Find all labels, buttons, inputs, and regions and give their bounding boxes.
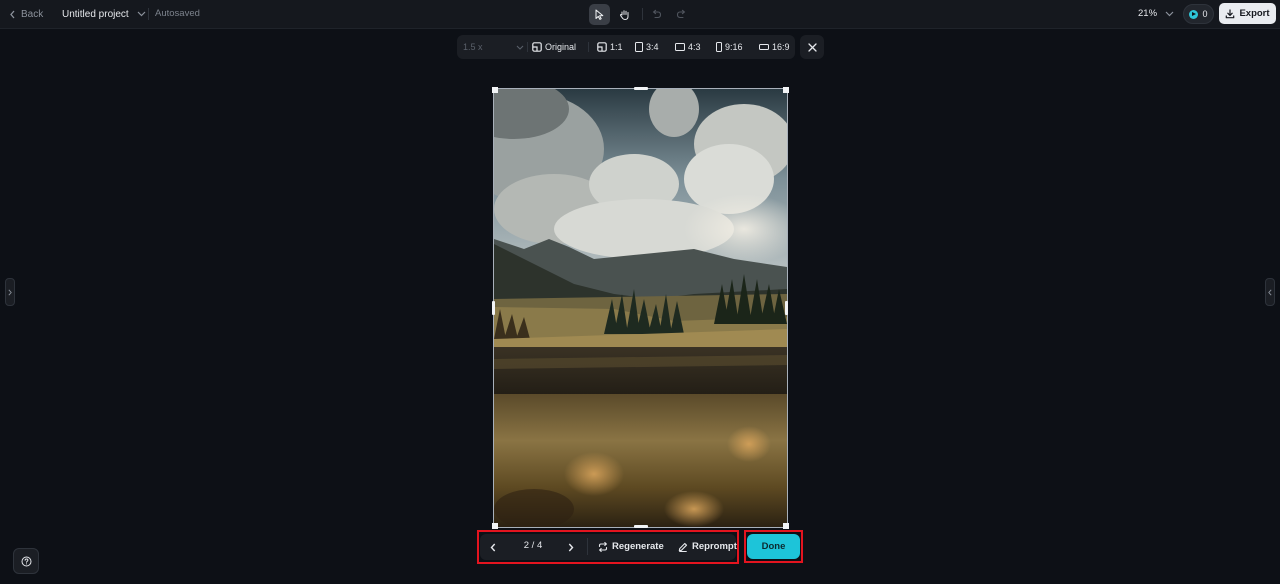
crop-handle-bottom-right[interactable] (783, 523, 789, 529)
next-result-button[interactable] (562, 538, 580, 556)
ratio-label: 9:16 (725, 42, 743, 52)
original-ratio-icon (532, 42, 542, 52)
credit-coin-icon (1189, 9, 1199, 19)
ratio-9-16-button[interactable]: 9:16 (716, 40, 743, 54)
pencil-icon (678, 542, 688, 552)
crop-handle-right[interactable] (785, 301, 788, 315)
ratio-label: 1:1 (610, 42, 623, 52)
chevron-left-icon (490, 543, 496, 551)
landscape-photo (494, 89, 787, 527)
ratio-16-9-button[interactable]: 16:9 (759, 40, 790, 54)
toolbar-divider (642, 8, 643, 20)
close-button[interactable] (800, 35, 824, 59)
reprompt-button[interactable]: Reprompt (678, 538, 737, 555)
project-title: Untitled project (62, 8, 129, 20)
toolbar-divider (527, 42, 528, 52)
redo-icon (676, 9, 686, 19)
crop-handle-bottom-left[interactable] (492, 523, 498, 529)
wide-ratio-icon (759, 44, 769, 50)
portrait-ratio-icon (635, 42, 643, 52)
done-button[interactable]: Done (747, 534, 800, 559)
export-button[interactable]: Export (1219, 3, 1276, 24)
back-label: Back (21, 8, 44, 20)
crop-handle-bottom[interactable] (634, 525, 648, 528)
pointer-arrow-icon (595, 9, 604, 20)
ratio-1-1-button[interactable]: 1:1 (597, 40, 623, 54)
scale-dropdown[interactable]: 1.5 x (462, 40, 525, 54)
result-counter: 2 / 4 (523, 540, 543, 551)
regenerate-label: Regenerate (612, 541, 664, 552)
zoom-level: 21% (1138, 8, 1158, 19)
hand-icon (620, 10, 629, 20)
ratio-3-4-button[interactable]: 3:4 (635, 40, 659, 54)
chevron-down-icon (516, 45, 524, 50)
top-bar: Back Untitled project Autosaved 21% 0 Ex… (0, 0, 1280, 29)
previous-result-button[interactable] (484, 538, 502, 556)
credits-count: 0 (1202, 9, 1208, 19)
landscape-ratio-icon (675, 43, 685, 51)
square-ratio-icon (597, 42, 607, 52)
regenerate-icon (598, 541, 608, 552)
back-button[interactable]: Back (9, 7, 43, 21)
chevron-down-icon (137, 11, 146, 17)
ratio-label: 4:3 (688, 42, 701, 52)
ratio-label: 3:4 (646, 42, 659, 52)
right-panel-toggle[interactable] (1265, 278, 1275, 306)
export-label: Export (1239, 8, 1270, 19)
save-status: Autosaved (155, 8, 200, 19)
crop-handle-left[interactable] (492, 301, 495, 315)
regenerate-button[interactable]: Regenerate (598, 538, 664, 555)
chevron-right-icon (568, 543, 574, 551)
undo-icon (652, 9, 662, 19)
generated-image-canvas[interactable] (493, 88, 788, 528)
select-tool-button[interactable] (589, 4, 610, 25)
ratio-original-button[interactable]: Original (532, 40, 576, 54)
left-panel-toggle[interactable] (5, 278, 15, 306)
aspect-ratio-toolbar: 1.5 x Original 1:1 3:4 4:3 9:16 16:9 (457, 35, 795, 59)
tall-ratio-icon (716, 42, 722, 52)
chevron-down-icon (1165, 11, 1174, 16)
chevron-right-icon (8, 289, 12, 295)
ratio-label: 16:9 (772, 42, 790, 52)
project-title-dropdown[interactable]: Untitled project (62, 7, 146, 21)
pan-tool-button[interactable] (614, 4, 635, 25)
toolbar-divider (588, 42, 589, 52)
crop-handle-top[interactable] (634, 87, 648, 90)
ratio-label: Original (545, 42, 577, 52)
header-divider (148, 8, 149, 20)
nav-divider (587, 538, 588, 555)
chevron-left-icon (10, 10, 15, 18)
help-button[interactable] (13, 548, 39, 574)
zoom-dropdown[interactable]: 21% (1138, 8, 1174, 19)
reprompt-label: Reprompt (692, 541, 737, 552)
crop-handle-top-right[interactable] (783, 87, 789, 93)
redo-button[interactable] (671, 4, 692, 25)
done-label: Done (761, 541, 786, 552)
ratio-4-3-button[interactable]: 4:3 (675, 40, 701, 54)
chevron-left-icon (1268, 289, 1272, 295)
undo-button[interactable] (646, 4, 667, 25)
scale-value: 1.5 x (463, 42, 483, 52)
close-icon (807, 42, 817, 52)
crop-handle-top-left[interactable] (492, 87, 498, 93)
help-circle-icon (21, 556, 31, 566)
download-icon (1226, 8, 1235, 18)
credits-badge[interactable]: 0 (1183, 4, 1214, 24)
